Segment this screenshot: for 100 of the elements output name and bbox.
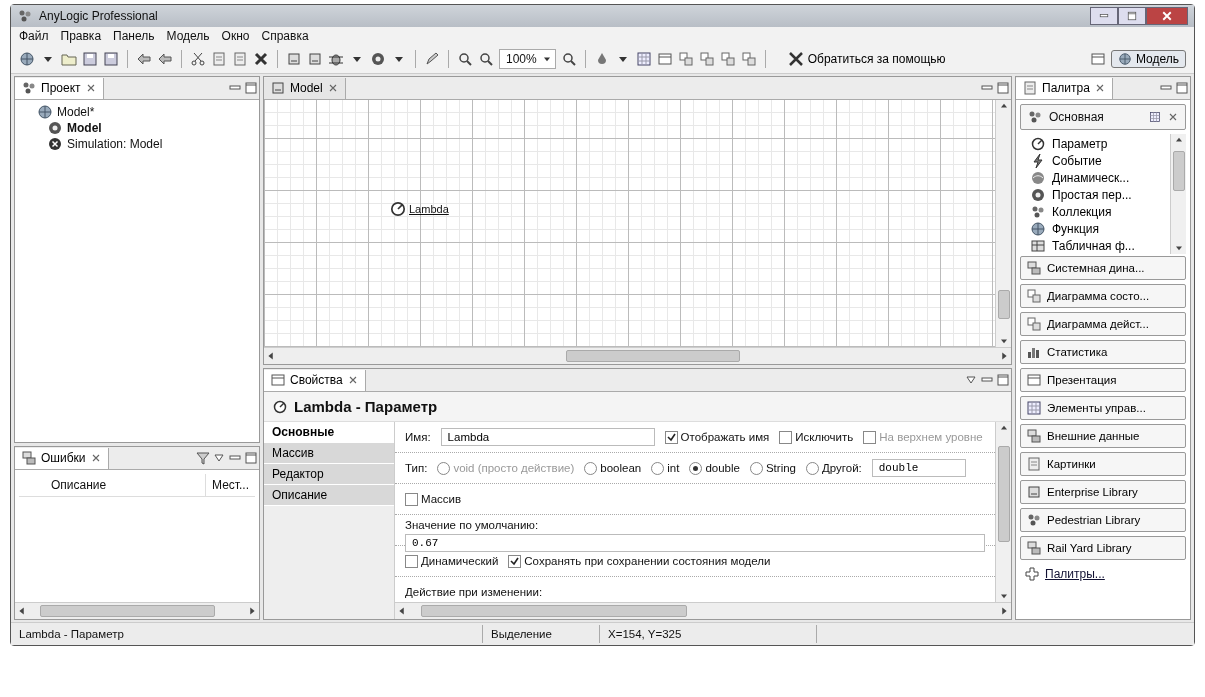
sphere-icon <box>1030 170 1046 187</box>
scrollbar-thumb[interactable] <box>997 290 1010 320</box>
perspective-button[interactable]: Модель <box>1110 50 1186 68</box>
section-tab[interactable]: Описание <box>264 485 394 506</box>
bug-icon[interactable] <box>328 51 344 67</box>
chip-icon[interactable] <box>286 51 302 67</box>
grid-icon <box>1026 400 1042 416</box>
panel-tab[interactable]: Свойства <box>264 369 366 391</box>
checkbox[interactable] <box>508 554 522 568</box>
checkbox[interactable] <box>405 554 418 568</box>
column-header[interactable]: Мест... <box>206 474 255 496</box>
maximize-button[interactable] <box>1118 7 1146 25</box>
palette-item[interactable]: Табличная ф... <box>1030 237 1170 254</box>
menu-item[interactable]: Панель <box>113 29 155 43</box>
section-tab[interactable]: Основные <box>264 422 394 443</box>
palette-item[interactable]: Простая пер... <box>1030 186 1170 204</box>
minimize-button[interactable] <box>1090 7 1118 25</box>
scrollbar-thumb[interactable] <box>1172 150 1185 192</box>
radio-button[interactable] <box>689 461 703 475</box>
squares-icon[interactable] <box>719 51 736 67</box>
element-label[interactable]: Lambda <box>409 203 449 215</box>
disc-icon <box>1030 187 1046 203</box>
radio-button[interactable] <box>651 461 665 475</box>
filter-icon[interactable] <box>195 450 211 466</box>
chip-icon[interactable] <box>307 51 323 67</box>
column-header[interactable]: Описание <box>19 474 206 496</box>
radio-button[interactable] <box>806 461 819 475</box>
maximize-icon[interactable] <box>995 80 1011 96</box>
palette-group[interactable]: Внешние данные <box>1020 424 1186 448</box>
maximize-icon[interactable] <box>243 450 259 466</box>
delete-icon[interactable] <box>253 51 269 67</box>
editor-tab[interactable]: Model <box>264 77 346 99</box>
floppy-icon[interactable] <box>103 51 119 67</box>
scrollbar-thumb[interactable] <box>420 605 688 617</box>
radio-button[interactable] <box>584 461 598 475</box>
panel-tab[interactable]: Проект <box>15 77 104 99</box>
zoom-icon[interactable] <box>457 51 473 67</box>
type-field[interactable]: double <box>871 459 966 477</box>
radio-button[interactable] <box>749 461 763 475</box>
palette-group[interactable]: Диаграмма состо... <box>1020 284 1186 308</box>
tree-item[interactable]: Simulation: Model <box>67 137 163 151</box>
palette-group[interactable]: Enterprise Library <box>1020 480 1186 504</box>
palette-group[interactable]: Статистика <box>1020 340 1186 364</box>
panel-tab[interactable]: Палитра <box>1016 77 1113 99</box>
pencil-icon[interactable] <box>424 51 440 67</box>
globe-icon[interactable] <box>19 51 35 67</box>
menu-item[interactable]: Файл <box>19 29 49 43</box>
arrow-icon[interactable] <box>157 51 173 67</box>
palette-group[interactable]: Презентация <box>1020 368 1186 392</box>
stack-icon <box>1026 428 1042 444</box>
section-tab[interactable]: Массив <box>264 443 394 464</box>
tree-item[interactable]: Model <box>67 121 102 135</box>
close-icon[interactable] <box>1167 111 1179 123</box>
menu-item[interactable]: Окно <box>221 29 250 43</box>
section-tab[interactable]: Редактор <box>264 464 394 485</box>
palette-group[interactable]: Картинки <box>1020 452 1186 476</box>
menu-item[interactable]: Модель <box>166 29 210 43</box>
scrollbar-thumb[interactable] <box>39 605 215 617</box>
palette-group[interactable]: Элементы управ... <box>1020 396 1186 420</box>
palette-section[interactable]: Основная <box>1020 104 1186 130</box>
palette-item[interactable]: Событие <box>1030 152 1170 170</box>
maximize-icon[interactable] <box>995 372 1011 388</box>
menu-item[interactable]: Правка <box>60 29 102 43</box>
scrollbar-thumb[interactable] <box>997 446 1010 543</box>
zoom-field[interactable]: 100% <box>499 49 556 69</box>
checkbox[interactable] <box>405 492 418 506</box>
model-canvas[interactable]: Lambda <box>264 100 995 347</box>
palette-item[interactable]: Динамическ... <box>1030 169 1170 187</box>
scrollbar-thumb[interactable] <box>565 350 741 362</box>
menu-item[interactable]: Справка <box>261 29 309 43</box>
dial-icon <box>1030 136 1046 153</box>
scissors-icon[interactable] <box>190 51 206 67</box>
default-value-field[interactable]: 0.67 <box>405 534 985 552</box>
checkbox[interactable] <box>779 430 793 444</box>
layout-icon[interactable] <box>1149 111 1161 123</box>
maximize-icon <box>1126 10 1138 22</box>
palette-item[interactable]: Коллекция <box>1030 203 1170 221</box>
help-button[interactable]: Обратиться за помощью <box>783 51 950 67</box>
palette-item[interactable]: Функция <box>1030 220 1170 238</box>
panel-tab[interactable]: Ошибки <box>15 447 109 469</box>
folder-icon[interactable] <box>61 51 77 67</box>
palette-group[interactable]: Rail Yard Library <box>1020 536 1186 560</box>
maximize-icon[interactable] <box>243 80 259 96</box>
maximize-icon[interactable] <box>1174 80 1190 96</box>
checkbox[interactable] <box>664 430 678 444</box>
palettes-link[interactable]: Палитры... <box>1045 567 1105 581</box>
squares-icon[interactable] <box>677 51 694 67</box>
palette-group[interactable]: Pedestrian Library <box>1020 508 1186 532</box>
palette-item[interactable]: Параметр <box>1030 136 1170 153</box>
floppy-icon[interactable] <box>82 51 98 67</box>
arrow-icon[interactable] <box>136 51 152 67</box>
close-button[interactable] <box>1146 7 1188 25</box>
palette-group[interactable]: Диаграмма дейст... <box>1020 312 1186 336</box>
name-field[interactable]: Lambda <box>440 428 655 446</box>
field-label: Действие при изменении: <box>405 586 543 598</box>
tree-item[interactable]: Model* <box>57 105 95 119</box>
palette-group[interactable]: Системная дина... <box>1020 256 1186 280</box>
disc-icon[interactable] <box>370 51 386 67</box>
squares-icon[interactable] <box>698 51 715 67</box>
squares-icon[interactable] <box>740 51 757 67</box>
